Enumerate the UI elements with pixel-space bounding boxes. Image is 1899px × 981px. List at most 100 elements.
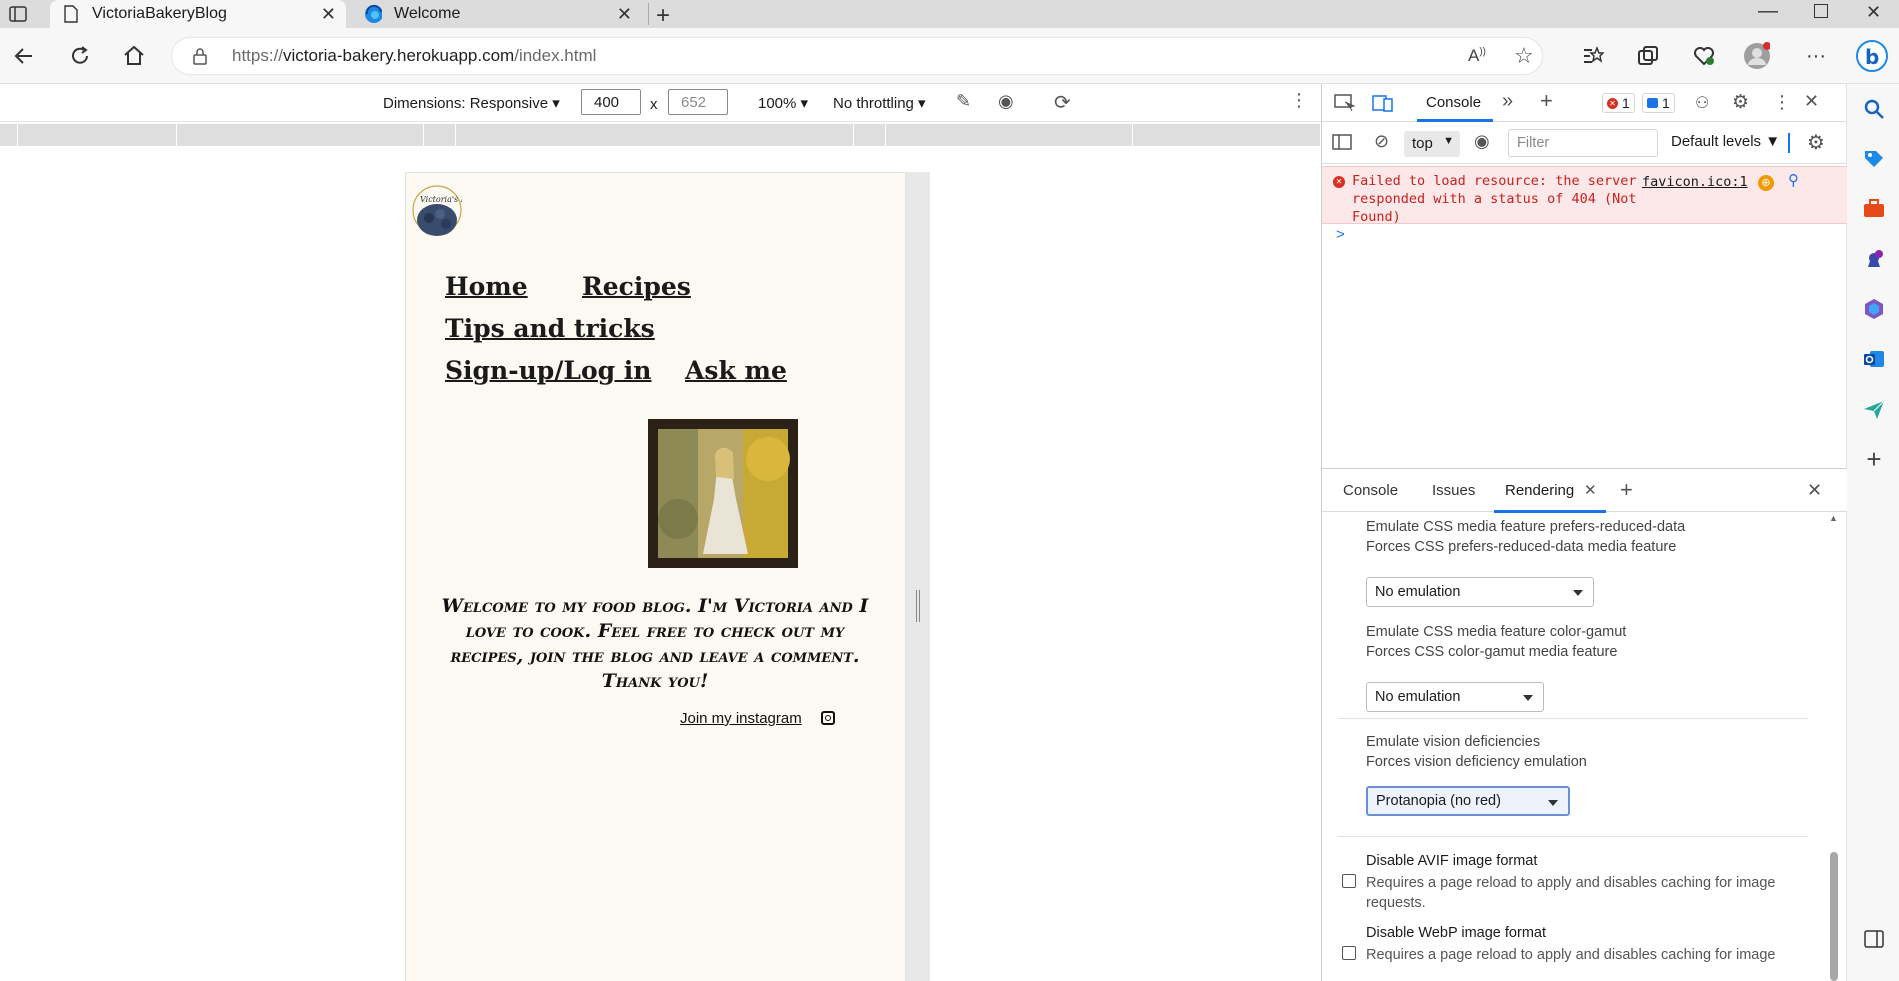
log-levels-dropdown[interactable]: Default levels ▼ [1671,133,1780,150]
hide-sidebar-icon[interactable] [1861,926,1887,952]
dimensions-dropdown[interactable]: Dimensions: Responsive ▾ [383,94,560,112]
rendering-panel: Emulate CSS media feature prefers-reduce… [1322,513,1847,981]
home-icon[interactable] [120,42,148,70]
add-sidebar-app-icon[interactable]: + [1861,444,1887,474]
error-count-badge[interactable]: ✕ 1 [1602,93,1635,113]
browser-essentials-icon[interactable] [1690,42,1718,70]
rendering-scrollbar[interactable]: ▲ [1828,513,1840,981]
device-toggle-icon[interactable] [1372,93,1394,117]
copilot-icon[interactable]: b [1852,34,1892,74]
microsoft-365-icon[interactable] [1861,296,1887,322]
scroll-up-icon[interactable]: ▲ [1829,513,1838,523]
profile-photo [648,419,798,568]
message-count-badge[interactable]: 1 [1642,93,1675,113]
clear-console-icon[interactable]: ⊘ [1374,131,1389,152]
webp-checkbox[interactable] [1342,946,1356,960]
read-aloud-icon[interactable]: A)) [1468,46,1486,66]
tools-icon[interactable] [1861,196,1887,222]
nav-signup-link[interactable]: Sign-up/Log in [445,356,651,385]
height-input[interactable]: 652 [668,89,728,115]
tab-welcome[interactable]: Welcome ✕ [352,0,642,28]
media-segment[interactable] [1133,124,1321,146]
reduced-data-select[interactable]: No emulation [1366,577,1594,607]
shopping-icon[interactable] [1861,146,1887,172]
new-tab-icon[interactable]: + [656,2,670,30]
back-icon[interactable] [10,42,38,70]
color-gamut-select[interactable]: No emulation [1366,682,1544,712]
media-segment[interactable] [177,124,424,146]
url-text[interactable]: https://victoria-bakery.herokuapp.com/in… [232,46,596,66]
console-filter-input[interactable]: Filter [1508,129,1658,157]
media-segment[interactable] [854,124,886,146]
error-icon: ✕ [1607,97,1618,109]
media-segment[interactable] [886,124,1133,146]
console-prompt[interactable]: > [1336,226,1345,243]
devtools-menu-icon[interactable]: ⋮ [1773,92,1791,113]
eyedropper-icon[interactable]: ✎ [956,91,971,112]
resize-handle[interactable] [916,590,920,622]
more-options-icon[interactable]: ··· [1802,42,1830,70]
avif-checkbox[interactable] [1342,874,1356,888]
instagram-icon[interactable] [821,711,835,725]
media-segment[interactable] [456,124,854,146]
collections-icon[interactable] [1634,42,1662,70]
feedback-icon[interactable]: ⚇ [1695,93,1709,113]
devtools-tab-console[interactable]: Console [1426,94,1481,111]
tab-title: Welcome [394,5,461,22]
live-expression-icon[interactable]: ◉ [1474,131,1490,152]
favorite-star-icon[interactable]: ☆ [1514,43,1534,69]
media-segment[interactable] [424,124,456,146]
restore-icon[interactable] [1814,4,1828,18]
eye-icon[interactable]: ◉ [998,91,1014,112]
drop-icon[interactable] [1861,396,1887,422]
close-icon[interactable]: ✕ [321,4,336,25]
media-segment[interactable] [0,124,18,146]
nav-tips-link[interactable]: Tips and tricks [445,314,655,343]
search-icon[interactable]: ⚲ [1788,171,1799,189]
rotate-icon[interactable]: ⟳ [1054,90,1071,115]
more-tabs-icon[interactable]: » [1502,90,1513,113]
search-icon[interactable] [1861,96,1887,122]
console-settings-icon[interactable]: ⚙ [1807,130,1825,155]
vision-deficiency-select[interactable]: Protanopia (no red) [1366,786,1570,816]
nav-ask-link[interactable]: Ask me [685,356,787,385]
add-drawer-tab-icon[interactable]: + [1620,477,1633,503]
page-icon [62,5,80,23]
lock-icon[interactable] [192,47,208,69]
zoom-dropdown[interactable]: 100% ▾ [758,94,808,112]
error-source-link[interactable]: favicon.ico:1 [1642,174,1748,190]
context-selector[interactable]: top ▼ [1404,131,1460,157]
minimize-icon[interactable]: — [1758,0,1778,23]
site-logo[interactable]: Victoria's Bakery [410,180,490,240]
window-close-icon[interactable]: ✕ [1866,2,1881,23]
favorites-icon[interactable] [1578,42,1606,70]
close-rendering-tab-icon[interactable]: ✕ [1584,481,1597,499]
drawer-tab-rendering[interactable]: Rendering [1505,482,1574,499]
resize-gutter[interactable] [906,172,930,981]
close-icon[interactable]: ✕ [617,4,632,25]
outlook-icon[interactable] [1861,346,1887,372]
close-drawer-icon[interactable]: ✕ [1807,480,1822,501]
nav-home-link[interactable]: Home [445,272,528,301]
add-tab-icon[interactable]: + [1540,88,1553,114]
tab-actions-icon[interactable] [8,5,28,23]
profile-avatar[interactable] [1742,42,1770,70]
address-bar[interactable]: https://victoria-bakery.herokuapp.com/in… [172,38,1542,74]
throttling-dropdown[interactable]: No throttling ▾ [833,94,926,112]
refresh-icon[interactable] [66,42,94,70]
games-icon[interactable] [1861,246,1887,272]
inspect-element-icon[interactable] [1334,93,1356,117]
nav-recipes-link[interactable]: Recipes [582,272,691,301]
instagram-link[interactable]: Join my instagram [680,710,802,727]
close-devtools-icon[interactable]: ✕ [1804,91,1819,112]
settings-gear-icon[interactable]: ⚙ [1732,91,1749,114]
tab-victoriabakeryblog[interactable]: VictoriaBakeryBlog ✕ [50,0,346,28]
drawer-tab-issues[interactable]: Issues [1432,482,1475,499]
width-input[interactable]: 400 [581,89,641,115]
device-more-options-icon[interactable]: ⋮ [1290,90,1308,111]
console-sidebar-icon[interactable] [1332,134,1352,154]
network-icon[interactable]: ⊕ [1758,175,1774,191]
scrollbar-thumb[interactable] [1830,852,1838,981]
drawer-tab-console[interactable]: Console [1343,482,1398,499]
media-segment[interactable] [18,124,177,146]
